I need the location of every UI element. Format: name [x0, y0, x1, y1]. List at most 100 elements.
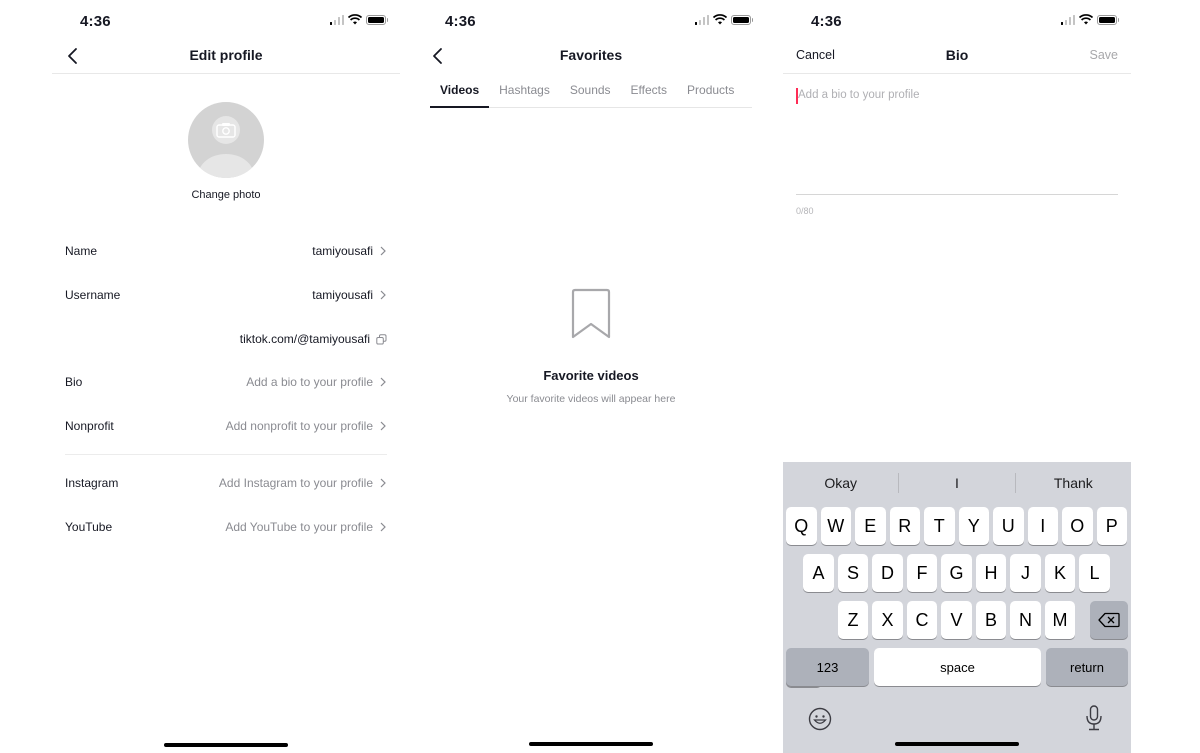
youtube-value: Add YouTube to your profile	[225, 520, 373, 534]
page-title: Favorites	[559, 47, 623, 63]
key-n[interactable]: N	[1010, 601, 1041, 639]
key-s[interactable]: S	[837, 554, 869, 592]
instagram-row[interactable]: Instagram Add Instagram to your profile	[65, 468, 387, 498]
bio-row[interactable]: Bio Add a bio to your profile	[65, 367, 387, 397]
key-m[interactable]: M	[1044, 601, 1076, 639]
wifi-icon	[713, 14, 727, 25]
key-f[interactable]: F	[906, 554, 938, 592]
nav-bar: Favorites	[417, 38, 765, 74]
chevron-right-icon	[380, 246, 386, 256]
key-t[interactable]: T	[924, 507, 955, 545]
cellular-signal-icon	[1060, 14, 1075, 25]
microphone-icon[interactable]	[1085, 705, 1103, 731]
name-label: Name	[65, 244, 98, 258]
wifi-icon	[1079, 14, 1093, 25]
bio-input[interactable]: Add a bio to your profile	[796, 86, 1118, 195]
key-x[interactable]: X	[872, 601, 903, 639]
chevron-right-icon	[380, 421, 386, 431]
youtube-label: YouTube	[65, 520, 113, 534]
key-q[interactable]: Q	[786, 507, 817, 545]
page-title: Edit profile	[189, 47, 263, 63]
home-indicator[interactable]	[529, 742, 653, 746]
key-p[interactable]: P	[1096, 507, 1127, 545]
key-u[interactable]: U	[993, 507, 1024, 545]
emoji-icon[interactable]	[808, 707, 832, 731]
numbers-key[interactable]: 123	[786, 648, 869, 686]
tab-products[interactable]: Products	[677, 74, 744, 107]
return-key[interactable]: return	[1046, 648, 1128, 686]
favorites-tabs: Videos Hashtags Sounds Effects Products	[430, 74, 752, 108]
status-bar: 4:36	[783, 0, 1131, 42]
tab-effects[interactable]: Effects	[621, 74, 677, 107]
youtube-row[interactable]: YouTube Add YouTube to your profile	[65, 512, 387, 542]
bio-editor-screen: 4:36 Cancel Bio Save Add a bio to your p…	[783, 0, 1131, 753]
suggestion-item[interactable]: Okay	[783, 475, 898, 491]
avatar[interactable]	[188, 102, 264, 178]
favorites-screen: 4:36 Favorites Videos Hashtags Sounds Ef…	[417, 0, 765, 753]
home-indicator[interactable]	[895, 742, 1019, 746]
bookmark-icon	[571, 288, 611, 339]
profile-link-value: tiktok.com/@tamiyousafi	[239, 332, 370, 346]
edit-profile-screen: 4:36 Edit profile Change photo Name tami…	[52, 0, 400, 753]
username-value: tamiyousafi	[312, 288, 373, 302]
change-photo-button[interactable]: Change photo	[52, 189, 400, 201]
tab-videos[interactable]: Videos	[430, 74, 490, 108]
camera-icon	[216, 123, 236, 138]
instagram-label: Instagram	[65, 476, 119, 490]
nonprofit-row[interactable]: Nonprofit Add nonprofit to your profile	[65, 411, 387, 441]
profile-link-row[interactable]: tiktok.com/@tamiyousafi	[65, 324, 387, 354]
save-button[interactable]: Save	[1090, 48, 1119, 62]
keyboard: Okay I Thank QWERTYUIOPASDFGHJKLZXCVBNM …	[783, 462, 1131, 753]
key-w[interactable]: W	[820, 507, 851, 545]
bio-placeholder: Add a bio to your profile	[798, 89, 920, 101]
key-b[interactable]: B	[975, 601, 1007, 639]
battery-icon	[1097, 14, 1119, 25]
battery-icon	[731, 14, 753, 25]
key-c[interactable]: C	[906, 601, 938, 639]
tab-hashtags[interactable]: Hashtags	[489, 74, 560, 107]
chevron-right-icon	[380, 377, 386, 387]
tab-sounds[interactable]: Sounds	[560, 74, 621, 107]
home-indicator[interactable]	[164, 743, 288, 747]
key-r[interactable]: R	[889, 507, 920, 545]
suggestion-item[interactable]: Thank	[1016, 475, 1131, 491]
key-z[interactable]: Z	[837, 601, 869, 639]
status-time: 4:36	[445, 13, 476, 30]
bio-value: Add a bio to your profile	[246, 375, 373, 389]
character-counter: 0/80	[796, 206, 814, 216]
key-i[interactable]: I	[1027, 507, 1058, 545]
space-key[interactable]: space	[874, 648, 1041, 686]
name-row[interactable]: Name tamiyousafi	[65, 236, 387, 266]
key-e[interactable]: E	[855, 507, 886, 545]
key-y[interactable]: Y	[958, 507, 989, 545]
chevron-right-icon	[380, 478, 386, 488]
empty-state: Favorite videos Your favorite videos wil…	[417, 288, 765, 405]
cellular-signal-icon	[329, 14, 344, 25]
delete-key[interactable]	[1090, 601, 1128, 639]
key-a[interactable]: A	[803, 554, 834, 592]
nav-bar: Cancel Bio Save	[783, 38, 1131, 74]
key-k[interactable]: K	[1044, 554, 1076, 592]
status-bar: 4:36	[417, 0, 765, 42]
chevron-right-icon	[380, 522, 386, 532]
copy-icon[interactable]	[376, 333, 387, 345]
suggestion-bar: Okay I Thank	[783, 462, 1131, 504]
username-label: Username	[65, 288, 121, 302]
key-g[interactable]: G	[941, 554, 972, 592]
instagram-value: Add Instagram to your profile	[218, 476, 373, 490]
key-j[interactable]: J	[1010, 554, 1041, 592]
key-h[interactable]: H	[975, 554, 1007, 592]
username-row[interactable]: Username tamiyousafi	[65, 280, 387, 310]
suggestion-item[interactable]: I	[899, 475, 1014, 491]
page-title: Bio	[945, 47, 969, 63]
battery-icon	[366, 14, 388, 25]
key-v[interactable]: V	[941, 601, 972, 639]
chevron-right-icon	[380, 290, 386, 300]
key-d[interactable]: D	[872, 554, 903, 592]
section-divider	[65, 454, 387, 455]
key-l[interactable]: L	[1079, 554, 1110, 592]
key-o[interactable]: O	[1062, 507, 1093, 545]
empty-state-subtitle: Your favorite videos will appear here	[506, 393, 676, 405]
backspace-icon	[1098, 612, 1120, 628]
bio-label: Bio	[65, 375, 83, 389]
